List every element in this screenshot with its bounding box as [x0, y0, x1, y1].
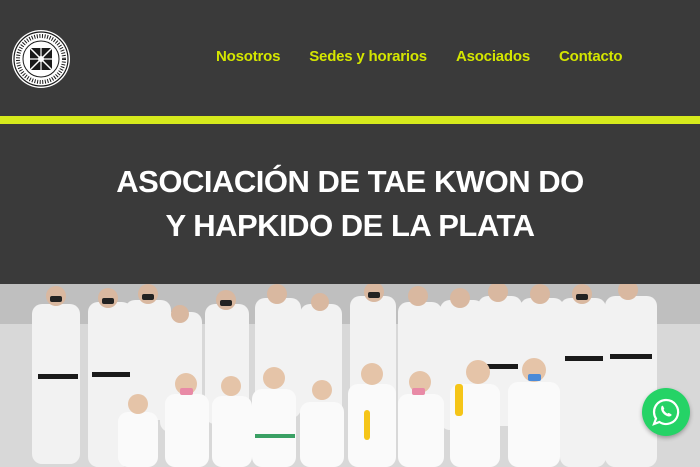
site-header: Nosotros Sedes y horarios Asociados Cont…: [0, 0, 700, 116]
accent-divider: [0, 116, 700, 124]
whatsapp-icon: [652, 398, 680, 426]
hero-section: ASOCIACIÓN DE TAE KWON DO Y HAPKIDO DE L…: [0, 124, 700, 284]
nav-asociados[interactable]: Asociados: [456, 48, 530, 65]
group-photo: [0, 284, 700, 467]
association-logo[interactable]: [10, 15, 72, 103]
page-title: ASOCIACIÓN DE TAE KWON DO Y HAPKIDO DE L…: [116, 164, 584, 243]
main-nav: Nosotros Sedes y horarios Asociados Cont…: [216, 48, 623, 65]
nav-contacto[interactable]: Contacto: [559, 48, 623, 65]
nav-nosotros[interactable]: Nosotros: [216, 48, 280, 65]
whatsapp-button[interactable]: [642, 388, 690, 436]
nav-sedes-y-horarios[interactable]: Sedes y horarios: [309, 48, 427, 65]
